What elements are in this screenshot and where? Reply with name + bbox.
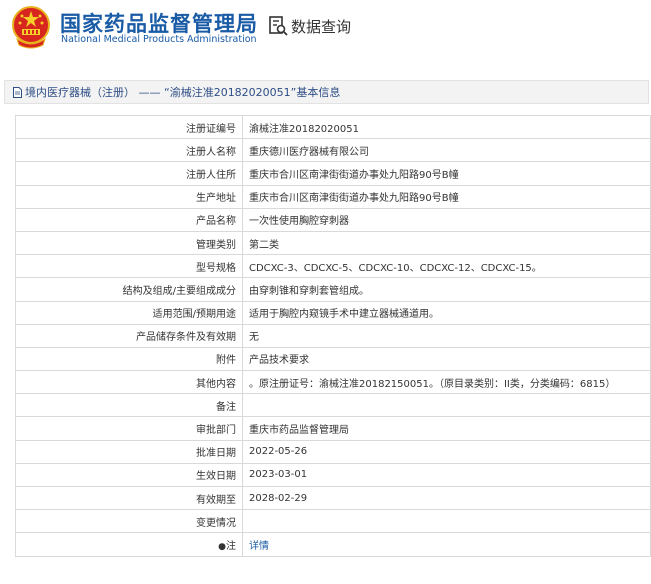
row-value: 重庆德川医疗器械有限公司 [242, 138, 651, 163]
row-label: 注册人名称 [15, 138, 243, 163]
row-label: 注册人住所 [15, 161, 243, 186]
row-label: 适用范围/预期用途 [15, 300, 243, 325]
data-query-label: 数据查询 [291, 17, 352, 36]
table-row: 产品名称 一次性使用胸腔穿刺器 [15, 207, 651, 232]
table-row: 注册人住所 重庆市合川区南津街街道办事处九阳路90号B幢 [15, 161, 651, 186]
table-row: 生产地址 重庆市合川区南津街街道办事处九阳路90号B幢 [15, 184, 651, 209]
site-header: 国家药品监督管理局 National Medical Products Admi… [0, 0, 651, 62]
row-value: 重庆市合川区南津街街道办事处九阳路90号B幢 [242, 184, 651, 209]
table-row: 有效期至 2028-02-29 [15, 485, 651, 511]
pin-icon: ● [218, 541, 226, 552]
detail-link[interactable]: 详情 [249, 541, 269, 552]
row-label: 生产地址 [15, 184, 243, 209]
row-value: 无 [242, 323, 651, 348]
row-value: 2022-05-26 [242, 439, 651, 464]
row-label: 其他内容 [15, 370, 243, 395]
table-row: 其他内容 。原注册证号：渝械注准20182150051。（原目录类别：II类，分类… [15, 370, 651, 395]
row-value: 第二类 [242, 230, 651, 256]
table-row: 生效日期 2023-03-01 [15, 462, 651, 488]
row-value: 详情 [242, 532, 651, 557]
national-emblem-icon [12, 6, 50, 49]
row-value: 一次性使用胸腔穿刺器 [242, 207, 651, 232]
table-row: 产品储存条件及有效期无 [15, 323, 651, 348]
row-value: 2028-02-29 [242, 485, 651, 511]
row-value: 重庆市药品监督管理局 [242, 416, 651, 441]
row-value [242, 509, 651, 534]
table-row-note: ●注 详情 [15, 532, 651, 557]
row-label: 管理类别 [15, 230, 243, 256]
site-subtitle: National Medical Products Administration [61, 34, 257, 45]
row-label: ●注 [15, 532, 243, 557]
table-row: 型号规格 CDCXC-3、CDCXC-5、CDCXC-10、CDCXC-12、CD… [15, 254, 651, 279]
row-value: 由穿刺锥和穿刺套管组成。 [242, 277, 651, 302]
row-label: 产品储存条件及有效期 [15, 323, 243, 348]
row-label: 有效期至 [15, 485, 243, 511]
row-label: 审批部门 [15, 416, 243, 441]
table-row: 备注 [15, 393, 651, 418]
row-value: 渝械注准20182020051 [242, 114, 651, 140]
row-label: 变更情况 [15, 509, 243, 534]
row-value: 重庆市合川区南津街街道办事处九阳路90号B幢 [242, 161, 651, 186]
document-icon [13, 86, 22, 98]
row-value [242, 393, 651, 418]
table-row: 注册证编号 渝械注准20182020051 [15, 114, 651, 140]
search-document-icon [269, 16, 288, 36]
table-row: 附件 产品技术要求 [15, 346, 651, 372]
row-label: 附件 [15, 346, 243, 372]
breadcrumb: 境内医疗器械（注册） —— “渝械注准20182020051”基本信息 [4, 80, 649, 104]
data-query-nav[interactable]: 数据查询 [268, 15, 351, 37]
table-row: 管理类别 第二类 [15, 230, 651, 256]
row-label: 产品名称 [15, 207, 243, 232]
row-label: 备注 [15, 393, 243, 418]
row-value: 适用于胸腔内窥镜手术中建立器械通道用。 [242, 300, 651, 325]
table-row: 结构及组成/主要组成成分 由穿刺锥和穿刺套管组成。 [15, 277, 651, 302]
table-row: 变更情况 [15, 509, 651, 534]
table-row: 审批部门 重庆市药品监督管理局 [15, 416, 651, 441]
row-label: 批准日期 [15, 439, 243, 464]
row-value: CDCXC-3、CDCXC-5、CDCXC-10、CDCXC-12、CDCXC-… [242, 254, 651, 279]
row-value: 。原注册证号：渝械注准20182150051。（原目录类别：II类，分类编码：6… [242, 370, 651, 395]
device-info-table: 注册证编号 渝械注准20182020051 注册人名称 重庆德川医疗器械有限公司 注册人… [15, 114, 651, 557]
table-row: 批准日期 2022-05-26 [15, 439, 651, 464]
breadcrumb-text: 境内医疗器械（注册） —— “渝械注准20182020051”基本信息 [25, 86, 341, 99]
row-label: 结构及组成/主要组成成分 [15, 277, 243, 302]
row-value: 产品技术要求 [242, 346, 651, 372]
table-row: 适用范围/预期用途 适用于胸腔内窥镜手术中建立器械通道用。 [15, 300, 651, 325]
row-value: 2023-03-01 [242, 462, 651, 488]
row-label: 注册证编号 [15, 114, 243, 140]
row-label: 型号规格 [15, 254, 243, 279]
table-row: 注册人名称 重庆德川医疗器械有限公司 [15, 138, 651, 163]
row-label: 生效日期 [15, 462, 243, 488]
